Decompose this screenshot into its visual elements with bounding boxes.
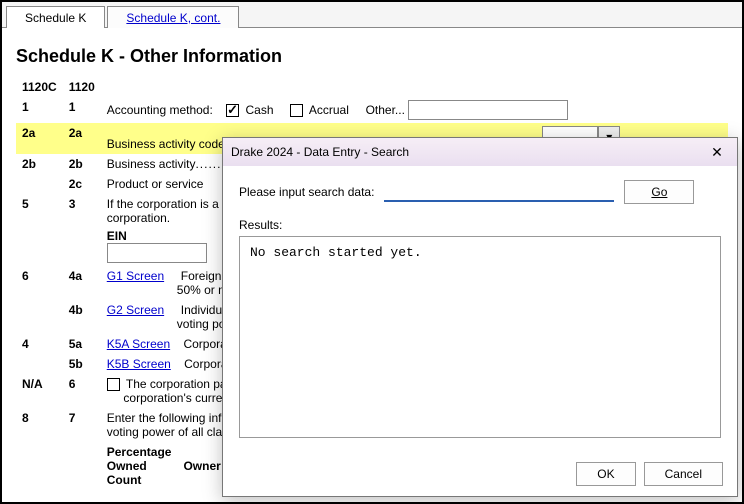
row2b-col2: 2b: [63, 154, 101, 174]
row4a-col2: 4a: [63, 266, 101, 300]
tab-schedule-k[interactable]: Schedule K: [6, 6, 105, 28]
search-input[interactable]: [384, 182, 614, 202]
colhead-1120: 1120: [63, 77, 101, 97]
label-cash: Cash: [246, 103, 274, 117]
dialog-titlebar: Drake 2024 - Data Entry - Search ✕: [223, 138, 737, 166]
row1-col2: 1: [63, 97, 101, 123]
go-button[interactable]: Go: [624, 180, 694, 204]
row2c-col2: 2c: [63, 174, 101, 194]
row5-col2: 3: [63, 194, 101, 266]
close-icon[interactable]: ✕: [705, 142, 729, 162]
row5a-col2: 5a: [63, 334, 101, 354]
cancel-button[interactable]: Cancel: [644, 462, 723, 486]
search-prompt: Please input search data:: [239, 185, 374, 199]
label-other: Other...: [366, 103, 405, 117]
link-g2-screen[interactable]: G2 Screen: [107, 303, 164, 317]
label-accrual: Accrual: [309, 103, 349, 117]
rowna-col1: N/A: [16, 374, 63, 408]
colhead-1120c: 1120C: [16, 77, 63, 97]
label-business-activity: Business activity: [107, 157, 196, 171]
rowna-col2: 6: [63, 374, 101, 408]
row5-col1: 5: [16, 194, 63, 266]
row8-col2: 7: [63, 408, 101, 442]
link-g1-screen[interactable]: G1 Screen: [107, 269, 164, 283]
row1-col1: 1: [16, 97, 63, 123]
tab-bar: Schedule K Schedule K, cont.: [2, 2, 742, 28]
row6-col1: 6: [16, 266, 63, 300]
checkbox-corp-paid[interactable]: [107, 378, 120, 391]
results-label: Results:: [239, 218, 721, 232]
link-k5a-screen[interactable]: K5A Screen: [107, 337, 170, 351]
results-text: No search started yet.: [250, 245, 422, 260]
row2a-col1: 2a: [16, 123, 63, 154]
dialog-title: Drake 2024 - Data Entry - Search: [231, 145, 409, 159]
ok-button[interactable]: OK: [576, 462, 635, 486]
row4-col1: 4: [16, 334, 63, 354]
row8-col1: 8: [16, 408, 63, 442]
accounting-method-label: Accounting method:: [107, 103, 213, 117]
input-ein[interactable]: [107, 243, 207, 263]
checkbox-cash[interactable]: [226, 104, 239, 117]
input-other-method[interactable]: [408, 100, 568, 120]
row2b-col1: 2b: [16, 154, 63, 174]
page-title: Schedule K - Other Information: [16, 46, 728, 67]
label-ein: EIN: [107, 229, 127, 243]
row5b-col2: 5b: [63, 354, 101, 374]
checkbox-accrual[interactable]: [290, 104, 303, 117]
row4b-col2: 4b: [63, 300, 101, 334]
row2a-col2: 2a: [63, 123, 101, 154]
link-k5b-screen[interactable]: K5B Screen: [107, 357, 171, 371]
search-dialog: Drake 2024 - Data Entry - Search ✕ Pleas…: [222, 137, 738, 497]
label-product-service: Product or service: [107, 177, 204, 191]
tab-schedule-k-cont[interactable]: Schedule K, cont.: [107, 6, 239, 28]
results-box: No search started yet.: [239, 236, 721, 438]
label-pct-owned: PercentageOwned: [107, 445, 172, 473]
